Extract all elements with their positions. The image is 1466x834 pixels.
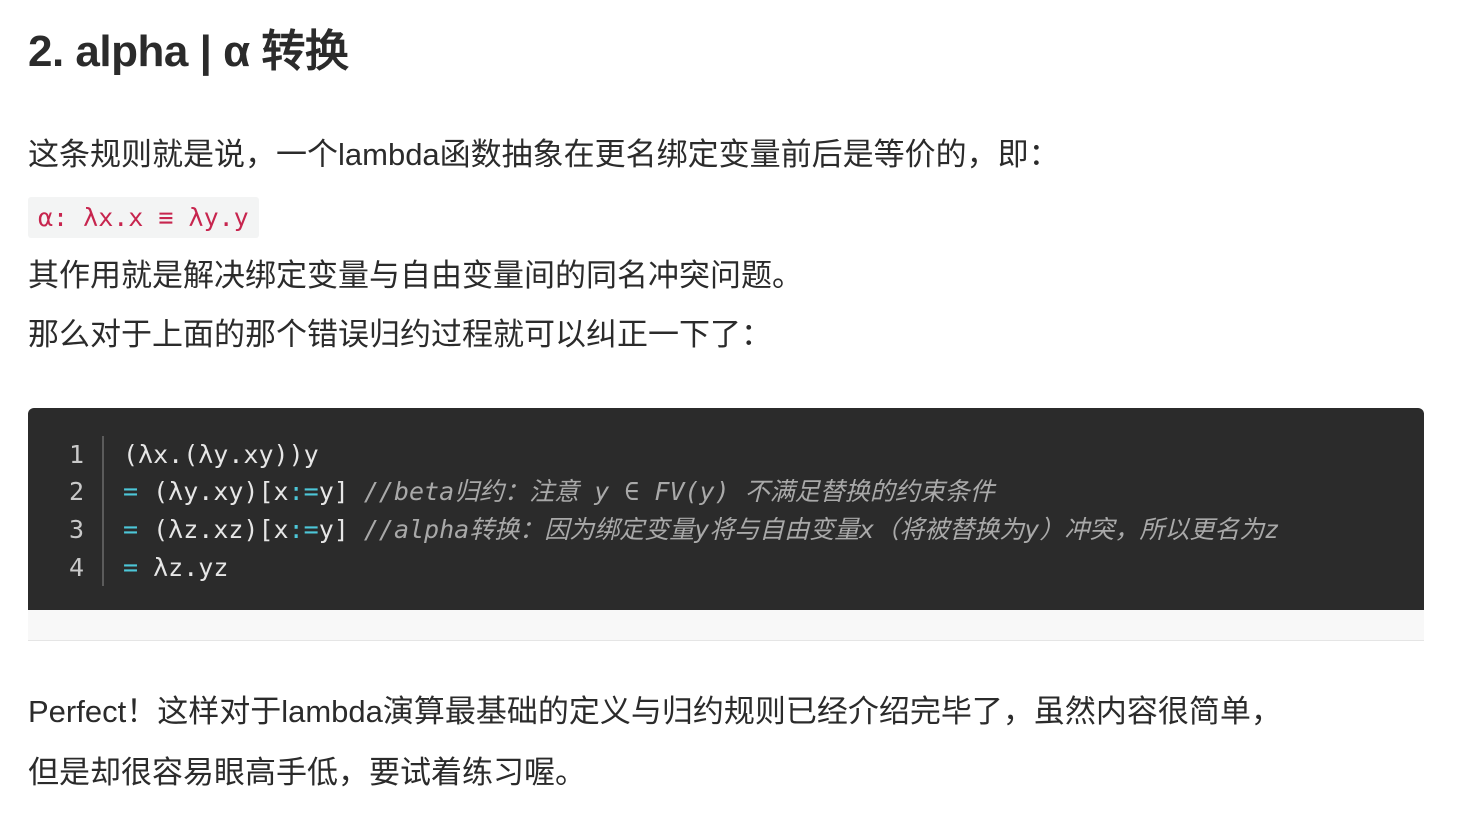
code-line-1: (λx.(λy.xy))y	[123, 436, 319, 474]
code-operator: :=	[288, 515, 319, 544]
alpha-rule-inline-code: α: λx.x ≡ λy.y	[28, 197, 259, 238]
line-number: 3	[68, 515, 84, 544]
line-number: 2	[68, 477, 84, 506]
intro-paragraph: 这条规则就是说，一个lambda函数抽象在更名绑定变量前后是等价的，即：	[28, 137, 1060, 172]
code-comment: //beta归约：注意 y ∈ FV(y) 不满足替换的约束条件	[363, 477, 995, 506]
code-operator: :=	[288, 477, 319, 506]
line-number: 1	[68, 440, 84, 469]
purpose-paragraph: 其作用就是解决绑定变量与自由变量间的同名冲突问题。	[28, 258, 803, 293]
line-number-gutter: 1 2 3 4	[28, 436, 104, 586]
code-block: 1 2 3 4 (λx.(λy.xy))y = (λy.xy)[x:=y] //…	[28, 408, 1424, 610]
code-text: y]	[318, 515, 364, 544]
code-line-3: = (λz.xz)[x:=y] //alpha转换：因为绑定变量y将与自由变量x…	[123, 511, 1279, 549]
code-text: (λx.(λy.xy))y	[123, 440, 319, 469]
code-line-4: = λz.yz	[123, 549, 228, 587]
conclusion-paragraph-line2: 但是却很容易眼高手低，要试着练习喔。	[28, 755, 586, 790]
code-text: y]	[318, 477, 364, 506]
code-operator: =	[123, 515, 139, 544]
code-text: λz.yz	[138, 553, 229, 582]
code-text: (λz.xz)[x	[138, 515, 289, 544]
code-block-footer	[28, 610, 1424, 641]
transition-paragraph: 那么对于上面的那个错误归约过程就可以纠正一下了：	[28, 317, 772, 352]
section-heading: 2. alpha | α 转换	[28, 27, 349, 76]
code-operator: =	[123, 477, 139, 506]
code-comment: //alpha转换：因为绑定变量y将与自由变量x（将被替换为y）冲突，所以更名为…	[363, 515, 1280, 544]
conclusion-paragraph-line1: Perfect！这样对于lambda演算最基础的定义与归约规则已经介绍完毕了，虽…	[28, 694, 1282, 729]
code-line-2: = (λy.xy)[x:=y] //beta归约：注意 y ∈ FV(y) 不满…	[123, 473, 995, 511]
line-number: 4	[68, 553, 84, 582]
code-text: (λy.xy)[x	[138, 477, 289, 506]
code-operator: =	[123, 553, 139, 582]
